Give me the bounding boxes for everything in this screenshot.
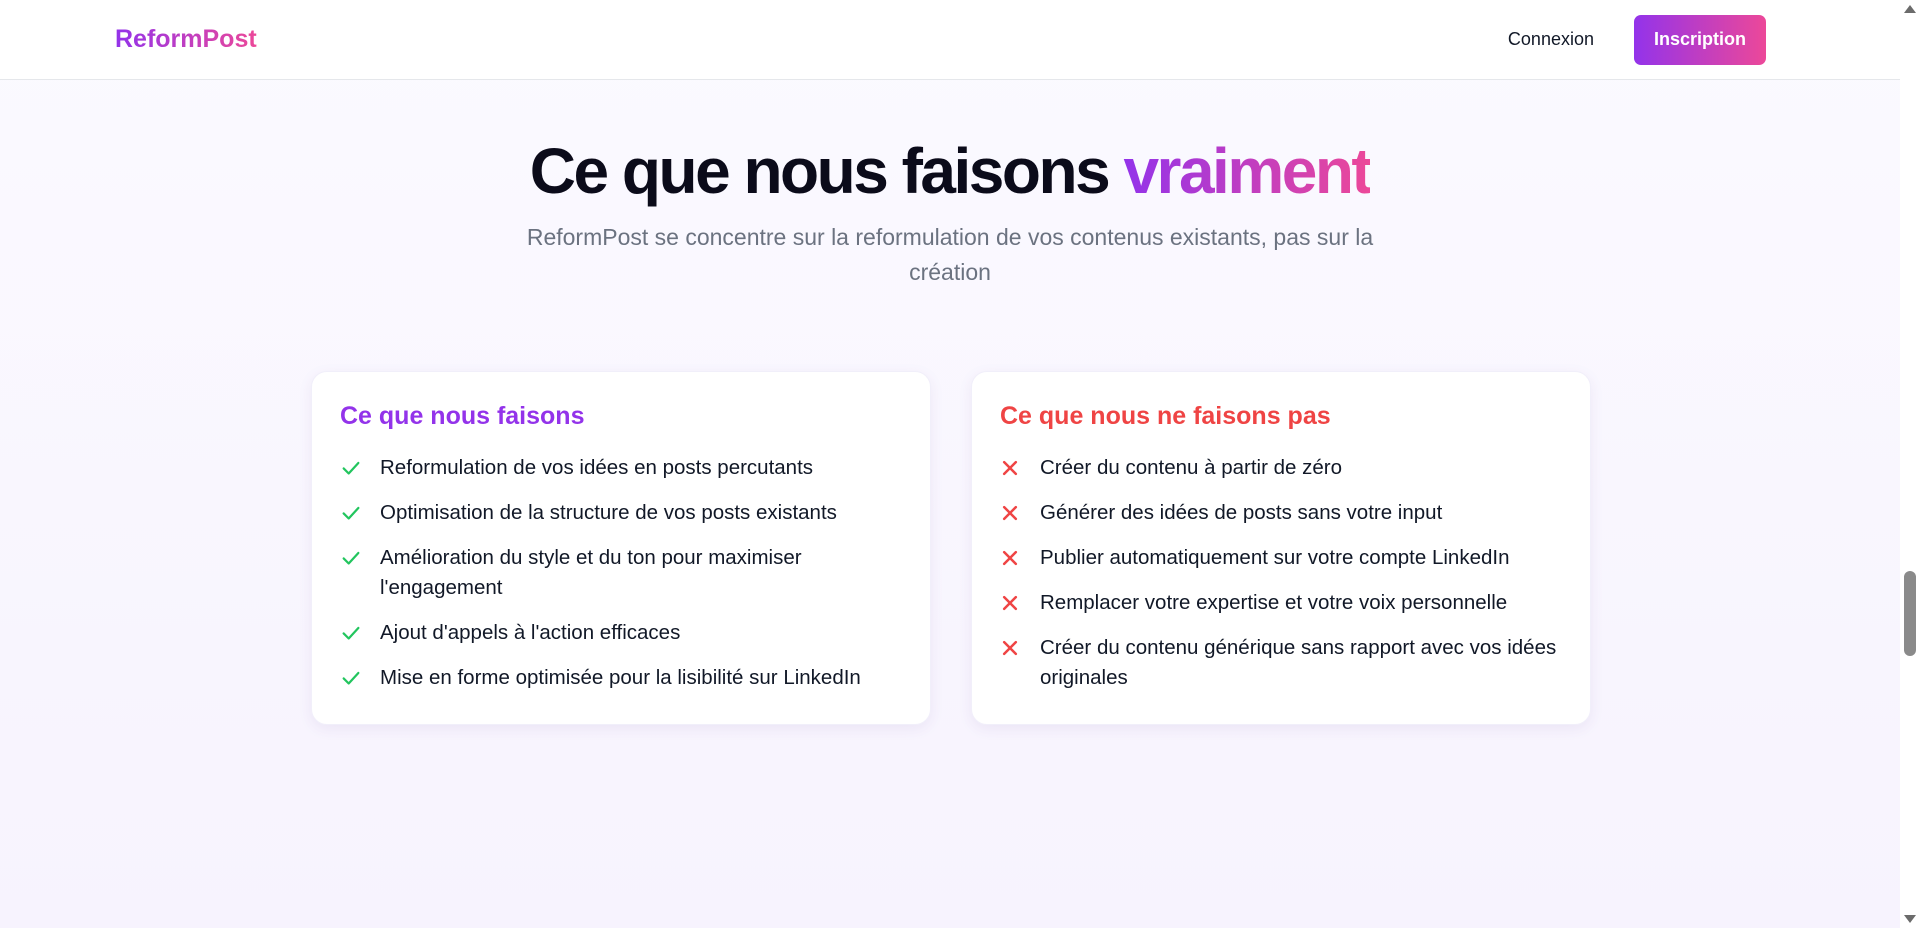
list-item: Optimisation de la structure de vos post…: [340, 498, 902, 528]
list-item-text: Ajout d'appels à l'action efficaces: [380, 621, 681, 644]
list-item: Reformulation de vos idées en posts perc…: [340, 453, 902, 483]
list-item-text: Amélioration du style et du ton pour max…: [380, 546, 802, 599]
check-icon: [340, 663, 380, 693]
card-what-we-do: Ce que nous faisons Reformulation de vos…: [311, 371, 931, 725]
check-icon: [340, 618, 380, 648]
list-item: Publier automatiquement sur votre compte…: [1000, 543, 1562, 573]
list-item-text: Publier automatiquement sur votre compte…: [1040, 546, 1510, 569]
nav-actions: Connexion Inscription: [1508, 14, 1766, 65]
list-item: Mise en forme optimisée pour la lisibili…: [340, 663, 902, 693]
check-icon: [340, 498, 380, 528]
page-title: Ce que nous faisons vraiment: [0, 132, 1900, 210]
list-item: Créer du contenu générique sans rapport …: [1000, 633, 1562, 693]
dont-list: Créer du contenu à partir de zéro Générer…: [1000, 453, 1562, 693]
top-navbar: ReformPost Connexion Inscription: [0, 0, 1900, 80]
signup-button[interactable]: Inscription: [1633, 14, 1766, 65]
list-item-text: Optimisation de la structure de vos post…: [380, 501, 837, 524]
x-icon: [1000, 453, 1040, 483]
list-item-text: Créer du contenu générique sans rapport …: [1040, 636, 1557, 689]
list-item-text: Reformulation de vos idées en posts perc…: [380, 456, 814, 479]
x-icon: [1000, 588, 1040, 618]
list-item: Remplacer votre expertise et votre voix …: [1000, 588, 1562, 618]
scroll-thumb[interactable]: [1904, 571, 1916, 656]
x-icon: [1000, 633, 1040, 663]
title-main: Ce que nous faisons: [529, 135, 1124, 207]
hero-section: Ce que nous faisons vraiment ReformPost …: [0, 132, 1900, 290]
scroll-up-arrow-icon[interactable]: [1904, 5, 1916, 13]
card-title-do: Ce que nous faisons: [340, 402, 585, 430]
comparison-cards: Ce que nous faisons Reformulation de vos…: [311, 371, 1591, 725]
list-item: Générer des idées de posts sans votre in…: [1000, 498, 1562, 528]
title-accent: vraiment: [1123, 135, 1372, 207]
list-item: Amélioration du style et du ton pour max…: [340, 543, 902, 603]
list-item-text: Créer du contenu à partir de zéro: [1040, 456, 1342, 479]
x-icon: [1000, 498, 1040, 528]
brand-logo[interactable]: ReformPost: [115, 25, 257, 54]
check-icon: [340, 543, 380, 573]
scroll-down-arrow-icon[interactable]: [1904, 915, 1916, 923]
vertical-scrollbar[interactable]: [1900, 0, 1920, 928]
card-title-dont: Ce que nous ne faisons pas: [1000, 402, 1331, 430]
x-icon: [1000, 543, 1040, 573]
page-subtitle: ReformPost se concentre sur la reformula…: [526, 224, 1374, 285]
list-item-text: Générer des idées de posts sans votre in…: [1040, 501, 1443, 524]
list-item: Ajout d'appels à l'action efficaces: [340, 618, 902, 648]
login-link[interactable]: Connexion: [1508, 29, 1594, 50]
list-item-text: Remplacer votre expertise et votre voix …: [1040, 591, 1508, 614]
do-list: Reformulation de vos idées en posts perc…: [340, 453, 902, 693]
list-item: Créer du contenu à partir de zéro: [1000, 453, 1562, 483]
card-what-we-dont-do: Ce que nous ne faisons pas Créer du cont…: [971, 371, 1591, 725]
list-item-text: Mise en forme optimisée pour la lisibili…: [380, 666, 861, 689]
check-icon: [340, 453, 380, 483]
